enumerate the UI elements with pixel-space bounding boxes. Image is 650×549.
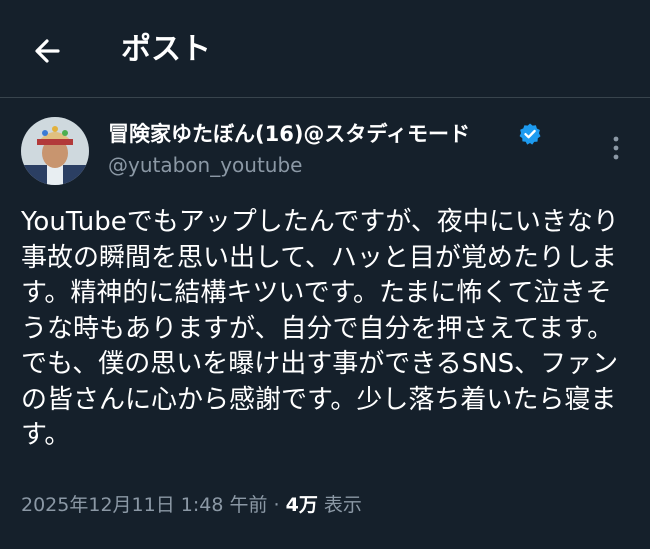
page-title: ポスト: [121, 32, 211, 67]
top-bar: ポスト: [0, 0, 650, 98]
avatar[interactable]: [21, 117, 89, 185]
views-label: 表示: [323, 494, 362, 516]
verified-badge-icon: [519, 123, 541, 145]
author-display-name[interactable]: 冒険家ゆたぼん(16)@スタディモード: [108, 120, 470, 148]
avatar-image: [21, 117, 89, 185]
more-options-button[interactable]: [604, 132, 628, 164]
arrow-left-icon: [35, 39, 60, 63]
post-timestamp[interactable]: 2025年12月11日 1:48 午前: [21, 494, 267, 516]
views-count[interactable]: 4万: [286, 494, 318, 516]
more-vertical-icon: [613, 136, 619, 160]
meta-separator: ·: [273, 494, 280, 516]
post-meta: 2025年12月11日 1:48 午前 · 4万 表示: [21, 492, 362, 518]
author-handle[interactable]: @yutabon_youtube: [108, 152, 302, 178]
post-author: 冒険家ゆたぼん(16)@スタディモード @yutabon_youtube: [0, 112, 650, 192]
back-button[interactable]: [30, 33, 66, 69]
post-body-text: YouTubeでもアップしたんですが、夜中にいきなり事故の瞬間を思い出して、ハッ…: [21, 207, 619, 450]
